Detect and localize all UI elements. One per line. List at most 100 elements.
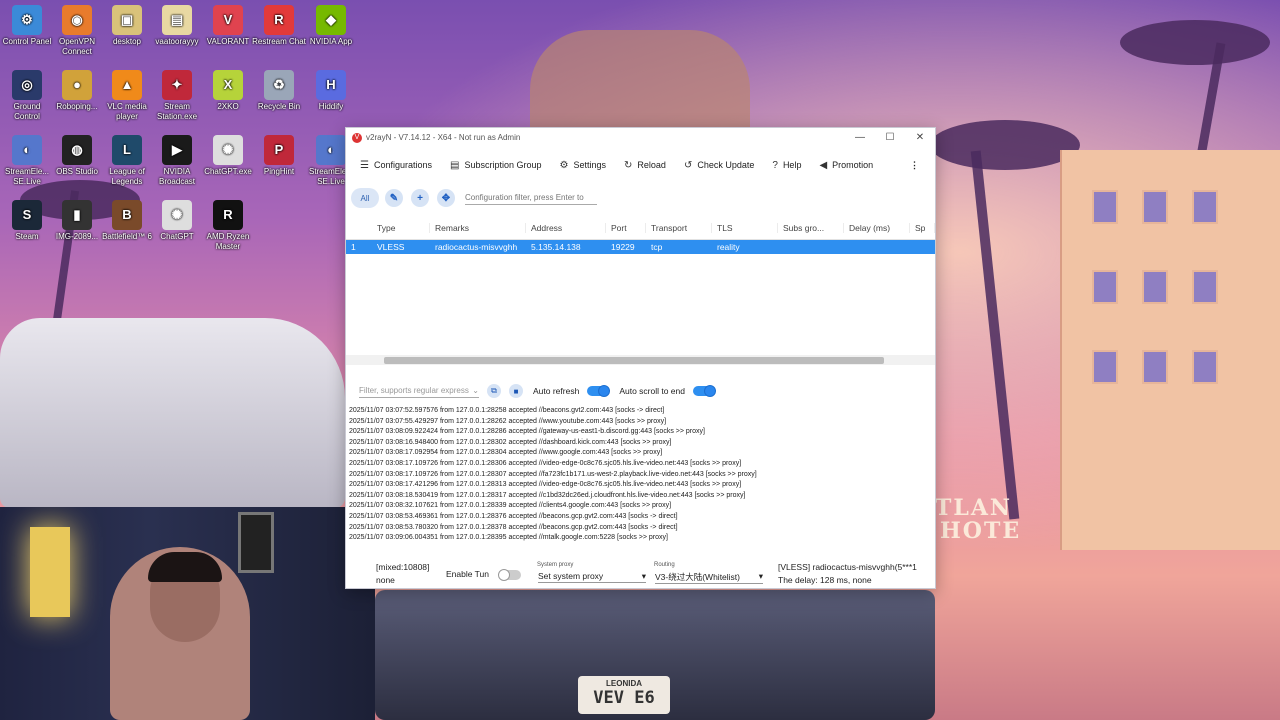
delay-text: The delay: 128 ms, none [778,575,872,585]
menu-item-check-update[interactable]: ↺ Check Update [684,160,754,171]
menu-item-label: Configurations [373,160,433,170]
menu-item-label: Reload [637,160,666,170]
desktop-icon[interactable]: S Steam [0,200,54,242]
desktop-icon[interactable]: B Battlefield™ 6 [100,200,154,242]
column-header[interactable]: Sp [910,223,935,233]
window-title: v2rayN - V7.14.12 - X64 - Not run as Adm… [366,133,521,142]
desktop-icon[interactable]: R Restream Chat [252,5,306,47]
add-icon[interactable]: + [411,189,429,207]
desktop-icon[interactable]: ♻ Recycle Bin [252,70,306,112]
routing-select[interactable]: V3-绕过大陆(Whitelist) ▾ [655,571,763,584]
log-line: 2025/11/07 03:08:17.092954 from 127.0.0.… [349,449,663,457]
column-header[interactable]: Type [372,223,430,233]
desktop-icon[interactable]: L League of Legends [100,135,154,187]
update-icon: ↺ [683,159,693,171]
desktop-icon[interactable]: P PingHint [252,135,306,177]
desktop-icon[interactable]: ● Roboping... [50,70,104,112]
desktop-icon-label: NVIDIA Broadcast [158,167,196,186]
desktop-icon[interactable]: ✺ ChatGPT.exe [201,135,255,177]
desktop-icon[interactable]: H Hiddify [304,70,358,112]
horizontal-scrollbar[interactable] [346,355,935,365]
desktop-icon-label: AMD Ryzen Master [206,232,250,251]
desktop-icon[interactable]: ▤ vaatoorayyy [150,5,204,47]
speaker-icon: ◀ [819,159,828,171]
desktop-icon[interactable]: ▮ IMG-2089... [50,200,104,242]
title-bar[interactable]: V v2rayN - V7.14.12 - X64 - Not run as A… [346,128,935,147]
system-proxy-caption: System proxy [537,562,574,568]
edit-icon[interactable]: ✎ [385,189,403,207]
desktop-icon[interactable]: ◉ OpenVPN Connect [50,5,104,57]
desktop-icon[interactable]: ▲ VLC media player [100,70,154,122]
maximize-button[interactable]: ☐ [875,132,905,143]
desktop-icon[interactable]: ◎ Ground Control [0,70,54,122]
toolbar: All ✎ + ✥ [346,183,935,213]
copy-icon[interactable]: ⧉ [487,384,501,398]
table-cell: 1 [351,242,356,252]
system-proxy-select[interactable]: Set system proxy ▾ [538,571,646,583]
more-options-button[interactable]: ⋮ [910,160,919,171]
reload-icon: ↻ [624,159,633,171]
filter-all-button[interactable]: All [351,188,379,208]
app-icon: ✺ [213,135,243,165]
auto-refresh-toggle[interactable] [587,385,611,397]
auto-scroll-toggle[interactable] [693,385,716,397]
column-header[interactable]: Delay (ms) [844,223,910,233]
minimize-button[interactable]: — [845,132,875,143]
desktop-icon[interactable]: R AMD Ryzen Master [201,200,255,252]
log-line: 2025/11/07 03:08:53.469361 from 127.0.0.… [349,512,678,520]
menu-item-help[interactable]: ? Help [772,160,801,171]
configuration-filter-input[interactable] [465,191,597,205]
column-header[interactable]: TLS [712,223,778,233]
chevron-down-icon: ⌄ [472,386,479,395]
menu-item-settings[interactable]: ⚙ Settings [560,160,607,171]
column-header[interactable]: Port [606,223,646,233]
menu-item-subscription-group[interactable]: ▤ Subscription Group [450,160,542,171]
app-icon: P [264,135,294,165]
desktop-icon[interactable]: ▣ desktop [100,5,154,47]
desktop-icon[interactable]: ▶ NVIDIA Broadcast [150,135,204,187]
menu-item-promotion[interactable]: ◀ Promotion [819,160,873,171]
desktop-icon-label: ChatGPT [160,232,194,241]
desktop-icon-label: vaatoorayyy [155,37,199,46]
desktop-icon[interactable]: ✦ Stream Station.exe [150,70,204,122]
menu-bar: ☰ Configurations ▤ Subscription Group ⚙ Setti… [346,147,935,183]
column-header[interactable]: Address [526,223,606,233]
enable-tun-toggle[interactable] [498,569,521,581]
app-icon: ▣ [112,5,142,35]
menu-icon: ☰ [360,159,369,171]
desktop-icon[interactable]: ◐ StreamEle... SE.Live [0,135,54,187]
column-header[interactable]: Subs gro... [778,223,844,233]
hotel-sign-bottom: HOTE [940,518,1022,544]
desktop-icon[interactable]: ⚙ Control Panel [0,5,54,47]
desktop-icon-label: desktop [112,37,142,46]
table-cell: VLESS [377,242,405,252]
close-button[interactable]: ✕ [905,132,935,143]
desktop-icon[interactable]: ✺ ChatGPT [150,200,204,242]
app-icon: ✺ [162,200,192,230]
column-header[interactable]: Transport [646,223,712,233]
menu-item-reload[interactable]: ↻ Reload [624,160,666,171]
log-filter-input[interactable]: Filter, supports regular express ⌄ [359,384,479,398]
column-header[interactable]: Remarks [430,223,526,233]
current-server-text: [VLESS] radiocactus-misvvghh(5***1 [778,562,917,572]
desktop-icon[interactable]: V VALORANT [201,5,255,47]
scrollbar-thumb[interactable] [384,357,884,364]
app-icon: ✦ [162,70,192,100]
auto-scroll-label: Auto scroll to end [619,386,685,396]
chevron-down-icon: ▾ [758,571,763,581]
desktop-icon-label: StreamEle... SE.Live [4,167,49,186]
app-icon: ◐ [12,135,42,165]
app-icon: H [316,70,346,100]
log-output[interactable]: 2025/11/07 03:07:52.597576 from 127.0.0.… [349,406,919,544]
desktop-icon[interactable]: ◍ OBS Studio [50,135,104,177]
menu-item-configurations[interactable]: ☰ Configurations [360,160,432,171]
desktop-icon[interactable]: ◆ NVIDIA App [304,5,358,47]
clear-log-icon[interactable]: ■ [509,384,523,398]
app-icon: ⚙ [12,5,42,35]
app-logo-icon: V [352,132,362,143]
log-line: 2025/11/07 03:08:17.421296 from 127.0.0.… [349,481,742,489]
move-icon[interactable]: ✥ [437,189,455,207]
desktop-icon[interactable]: X 2XKO [201,70,255,112]
table-row[interactable]: 1 VLESS radiocactus-misvvghh 5.135.14.138 19… [346,240,935,254]
menu-item-label: Help [782,160,802,170]
